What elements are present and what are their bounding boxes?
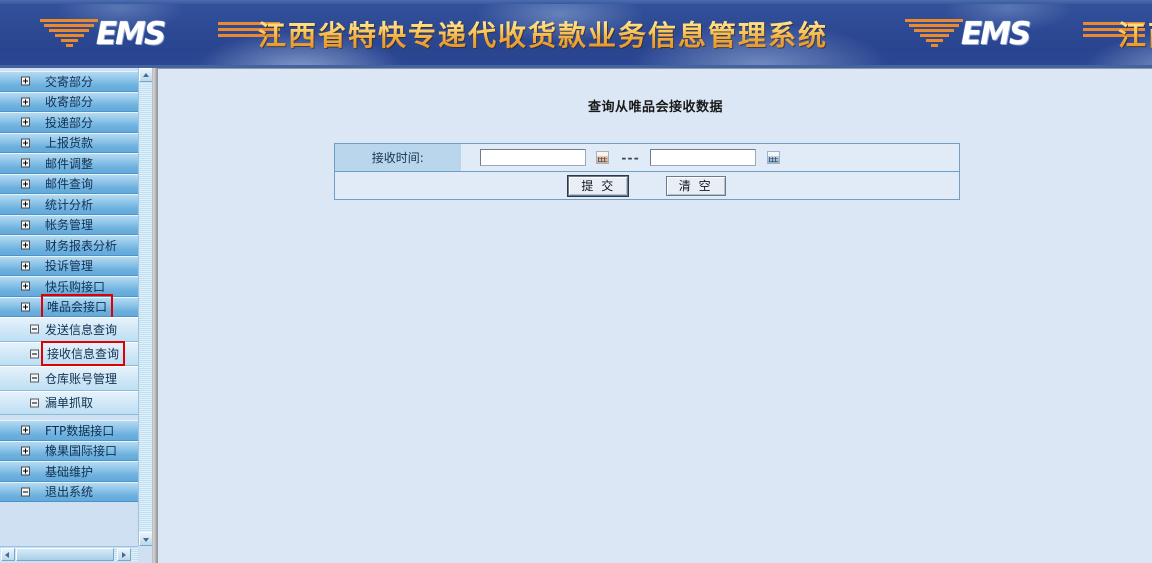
sidebar-item-label: 统计分析 <box>45 197 94 212</box>
sidebar-item-9[interactable]: 财务报表分析 <box>0 235 138 256</box>
sidebar-item-label: 橡果国际接口 <box>45 444 118 459</box>
sidebar-item-2[interactable]: 收寄部分 <box>0 91 138 112</box>
minus-box-icon[interactable] <box>30 349 39 359</box>
app-title: 江西省特快专递代收货款业务信息管理系统 <box>258 14 828 54</box>
sidebar-item-label: 基础维护 <box>45 464 94 479</box>
scroll-up-arrow-icon[interactable] <box>139 68 152 82</box>
date-from-input[interactable] <box>479 149 586 166</box>
sidebar-item-label: 邮件调整 <box>45 156 94 171</box>
plus-box-icon[interactable] <box>21 158 30 168</box>
minus-box-icon[interactable] <box>30 398 39 408</box>
sidebar-item-label: 上报货款 <box>45 136 94 151</box>
ems-logo-triangle-icon <box>40 19 98 49</box>
plus-box-icon[interactable] <box>21 97 30 107</box>
clear-button[interactable]: 清 空 <box>665 175 726 196</box>
query-form: 接收时间: --- 提 交 清 空 <box>334 143 960 200</box>
scroll-left-arrow-icon[interactable] <box>1 548 15 561</box>
sidebar-item-label: FTP数据接口 <box>45 423 115 438</box>
horizontal-scroll-thumb[interactable] <box>16 548 114 561</box>
date-range-separator: --- <box>620 150 640 165</box>
plus-box-icon[interactable] <box>21 117 30 127</box>
app-title-repeat: 江西 <box>1118 14 1152 54</box>
plus-box-icon[interactable] <box>21 199 30 209</box>
plus-box-icon[interactable] <box>21 466 30 476</box>
sidebar-item-label: 帐务管理 <box>45 218 94 233</box>
plus-box-icon[interactable] <box>21 240 30 250</box>
plus-box-icon[interactable] <box>21 220 30 230</box>
sidebar-item-5[interactable]: 邮件调整 <box>0 153 138 174</box>
scroll-right-arrow-icon[interactable] <box>117 548 131 561</box>
sidebar-item-label: 接收信息查询 <box>40 341 126 367</box>
plus-box-icon[interactable] <box>21 138 30 148</box>
sidebar-item-label: 邮件查询 <box>45 177 94 192</box>
sidebar-item-14[interactable]: 接收信息查询 <box>0 341 138 367</box>
calendar-icon-from[interactable] <box>595 151 609 164</box>
plus-box-icon[interactable] <box>21 76 30 86</box>
page-title: 查询从唯品会接收数据 <box>587 100 723 115</box>
plus-box-icon[interactable] <box>21 179 30 189</box>
sidebar-item-label: 退出系统 <box>45 485 94 500</box>
plus-box-icon[interactable] <box>21 302 30 312</box>
sidebar-item-11[interactable]: 快乐购接口 <box>0 276 138 297</box>
sidebar-item-18[interactable]: 橡果国际接口 <box>0 440 138 461</box>
calendar-icon-to[interactable] <box>766 151 780 164</box>
sidebar-item-3[interactable]: 投递部分 <box>0 112 138 133</box>
main-content: 查询从唯品会接收数据 接收时间: --- 提 交 清 空 <box>157 68 1152 563</box>
sidebar-item-label: 投诉管理 <box>45 259 94 274</box>
sidebar-item-10[interactable]: 投诉管理 <box>0 255 138 276</box>
ems-logo-text: EMS <box>961 16 1031 52</box>
sidebar-item-4[interactable]: 上报货款 <box>0 132 138 153</box>
sidebar-item-label: 交寄部分 <box>45 74 94 89</box>
sidebar-horizontal-scrollbar[interactable] <box>0 546 138 561</box>
form-row-actions: 提 交 清 空 <box>334 171 960 200</box>
minus-box-icon[interactable] <box>21 487 30 497</box>
scroll-down-arrow-icon[interactable] <box>139 532 152 546</box>
form-row-receive-time: 接收时间: --- <box>334 143 960 172</box>
form-actions: 提 交 清 空 <box>334 171 960 200</box>
sidebar-item-20[interactable]: 退出系统 <box>0 481 138 502</box>
sidebar-scroll-area: 交寄部分收寄部分投递部分上报货款邮件调整邮件查询统计分析帐务管理财务报表分析 投诉… <box>0 68 138 546</box>
minus-box-icon[interactable] <box>30 373 39 383</box>
sidebar-item-19[interactable]: 基础维护 <box>0 461 138 482</box>
plus-box-icon[interactable] <box>21 261 30 271</box>
ems-logo-text: EMS <box>96 16 166 52</box>
sidebar-item-label: 收寄部分 <box>45 95 94 110</box>
app-header-banner: EMS 江西省特快专递代收货款业务信息管理系统 EMS 江西 <box>0 0 1152 68</box>
sidebar-frame: 交寄部分收寄部分投递部分上报货款邮件调整邮件查询统计分析帐务管理财务报表分析 投诉… <box>0 68 152 563</box>
sidebar-item-13[interactable]: 发送信息查询 <box>0 317 138 342</box>
sidebar-menu: 交寄部分收寄部分投递部分上报货款邮件调整邮件查询统计分析帐务管理财务报表分析 投诉… <box>0 71 138 502</box>
sidebar-item-17[interactable]: FTP数据接口 <box>0 420 138 441</box>
sidebar-item-label: 投递部分 <box>45 115 94 130</box>
submit-button[interactable]: 提 交 <box>568 175 629 196</box>
sidebar-item-label: 仓库账号管理 <box>45 371 118 386</box>
sidebar-item-8[interactable]: 帐务管理 <box>0 214 138 235</box>
sidebar-item-1[interactable]: 交寄部分 <box>0 71 138 92</box>
sidebar-item-label: 快乐购接口 <box>45 279 106 294</box>
minus-box-icon[interactable] <box>30 324 39 334</box>
sidebar-item-7[interactable]: 统计分析 <box>0 194 138 215</box>
plus-box-icon[interactable] <box>21 281 30 291</box>
ems-logo-triangle-icon <box>905 19 963 49</box>
sidebar-item-15[interactable]: 仓库账号管理 <box>0 366 138 391</box>
ems-logo-secondary: EMS <box>905 16 1152 52</box>
banner-top-border <box>0 0 1152 4</box>
sidebar-item-label: 漏单抓取 <box>45 396 94 411</box>
sidebar-item-label: 财务报表分析 <box>45 238 118 253</box>
sidebar-item-6[interactable]: 邮件查询 <box>0 173 138 194</box>
sidebar-item-12[interactable]: 唯品会接口 <box>0 294 138 320</box>
sidebar-item-16[interactable]: 漏单抓取 <box>0 390 138 415</box>
plus-box-icon[interactable] <box>21 446 30 456</box>
receive-time-label: 接收时间: <box>334 143 461 172</box>
date-to-input[interactable] <box>650 149 757 166</box>
sidebar-item-label: 唯品会接口 <box>40 294 114 320</box>
sidebar-vertical-scrollbar[interactable] <box>138 68 152 546</box>
receive-time-fields: --- <box>460 143 960 172</box>
sidebar-item-label: 发送信息查询 <box>45 322 118 337</box>
plus-box-icon[interactable] <box>21 425 30 435</box>
